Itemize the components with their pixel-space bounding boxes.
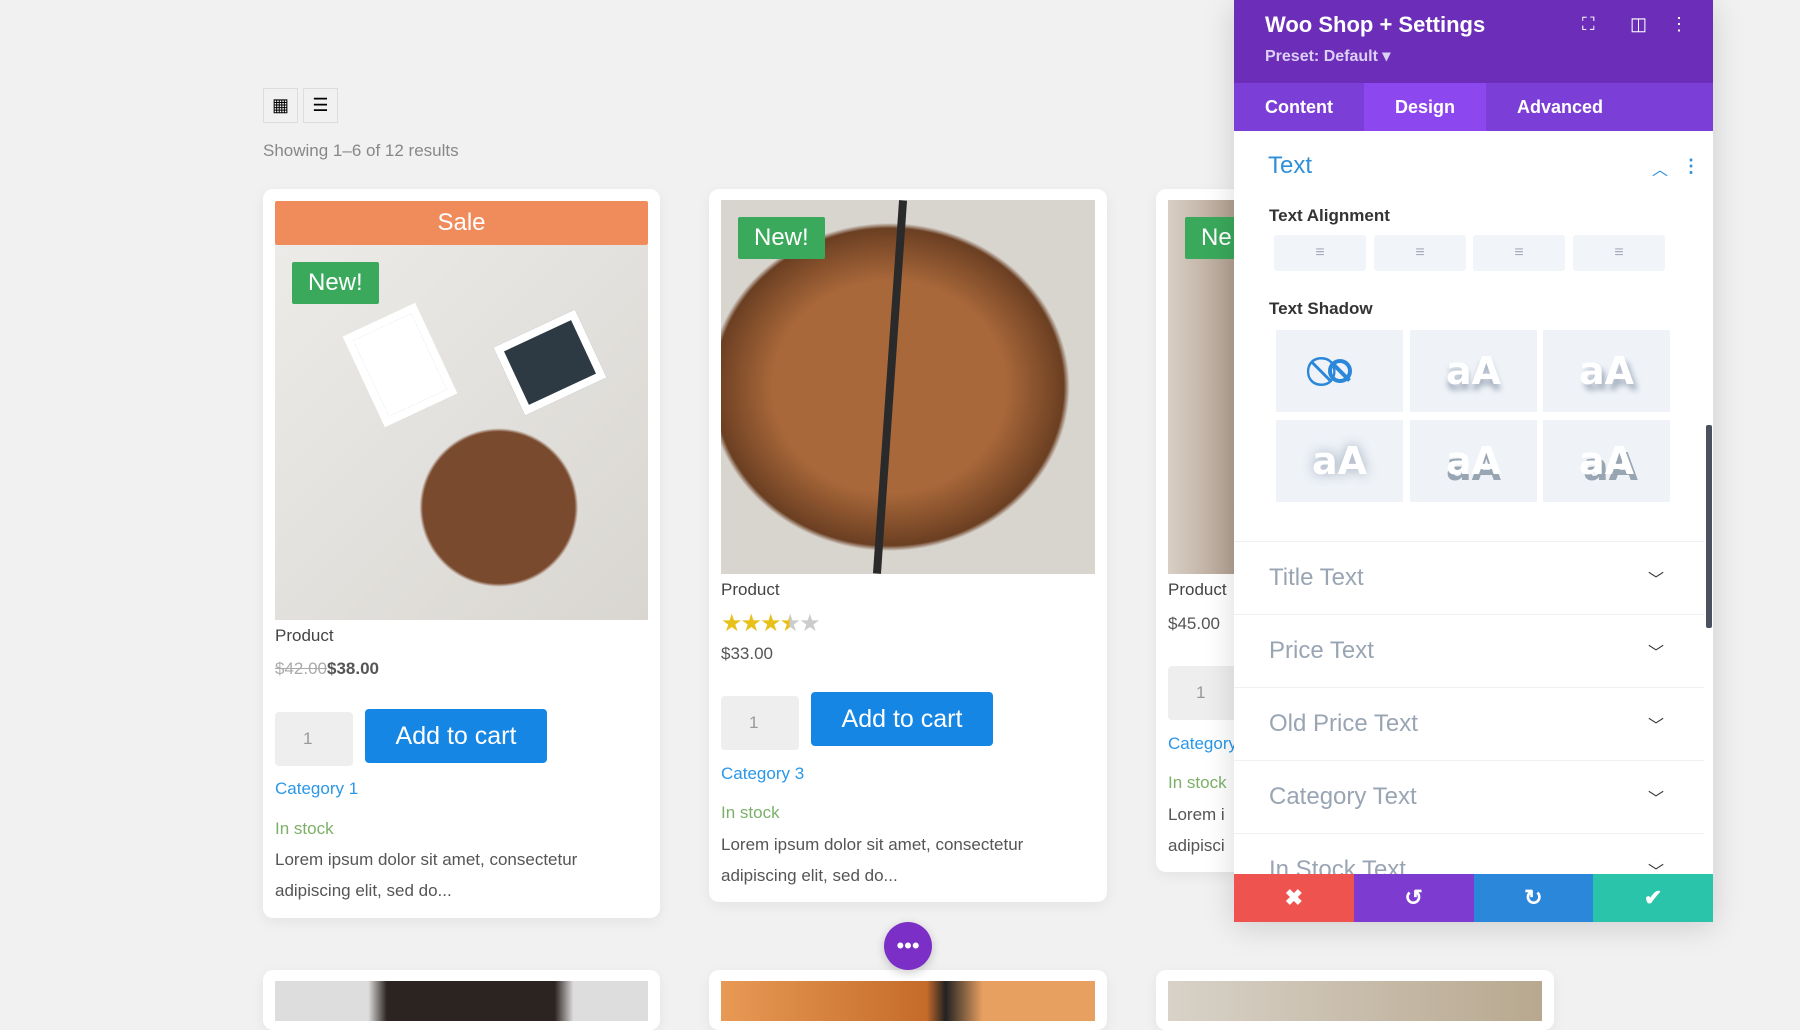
align-justify-icon: ≡ — [1614, 244, 1624, 261]
save-button[interactable]: ✔ — [1593, 874, 1713, 922]
redo-icon: ↻ — [1524, 885, 1543, 910]
more-vertical-icon[interactable]: ⋮ — [1670, 14, 1688, 35]
category-link[interactable]: Category 1 — [275, 779, 358, 799]
price: $38.00 — [327, 659, 379, 678]
panel-tabs: Content Design Advanced — [1234, 83, 1713, 131]
old-price: $42.00 — [275, 659, 327, 678]
add-to-cart-button[interactable]: Add to cart — [811, 692, 993, 746]
product-description: Lorem ipsum dolor sit amet, consectetur a… — [275, 850, 578, 900]
product-card — [709, 970, 1107, 1030]
star-icon: ★ — [740, 610, 762, 637]
stock-status: In stock — [721, 803, 780, 822]
star-icon: ★ — [721, 610, 742, 637]
product-title[interactable]: Product — [721, 580, 780, 600]
price: $45.00 — [1168, 614, 1220, 633]
align-center-button[interactable]: ≡ — [1374, 235, 1466, 271]
stock-status: In stock — [1168, 773, 1227, 792]
chevron-down-icon: ﹀ — [1647, 791, 1664, 808]
more-vertical-icon[interactable]: ⋮ — [1682, 156, 1700, 177]
shadow-preset-1[interactable]: aA — [1410, 330, 1537, 412]
list-view-button[interactable]: ☰ — [303, 88, 338, 123]
check-icon: ✔ — [1643, 885, 1663, 910]
discard-button[interactable]: ✖ — [1234, 874, 1354, 922]
product-card — [263, 970, 660, 1030]
close-icon: ✖ — [1284, 885, 1304, 910]
align-right-icon: ≡ — [1514, 244, 1524, 261]
star-icon: ★ — [760, 610, 781, 637]
ellipsis-icon: ••• — [896, 933, 920, 958]
category-link[interactable]: Category 3 — [721, 764, 804, 784]
shadow-preset-4[interactable]: aA — [1410, 420, 1537, 502]
align-left-button[interactable]: ≡ — [1274, 235, 1366, 271]
star-rating: ★★★★★ — [721, 609, 821, 638]
product-image[interactable]: New! — [721, 200, 1095, 574]
product-title[interactable]: Product — [275, 626, 334, 646]
align-left-icon: ≡ — [1315, 244, 1325, 261]
chevron-down-icon: ﹀ — [1647, 718, 1664, 735]
tab-design[interactable]: Design — [1363, 83, 1486, 131]
star-icon: ★ — [779, 610, 801, 637]
fullscreen-icon[interactable]: ⛶ — [1582, 14, 1595, 35]
align-center-icon: ≡ — [1415, 244, 1425, 261]
shadow-preset-3[interactable]: aA — [1276, 420, 1403, 502]
product-card: Sale New! Product $42.00$38.00 1 Add to … — [263, 189, 660, 918]
price: $33.00 — [721, 644, 773, 663]
shadow-none-button[interactable]: ⃠ — [1276, 330, 1403, 412]
scrollbar-thumb[interactable] — [1706, 425, 1712, 628]
section-title[interactable]: Text — [1268, 152, 1312, 180]
product-description: Lorem ipsum dolor sit amet, consectetur a… — [721, 835, 1024, 885]
text-shadow-label: Text Shadow — [1269, 299, 1373, 318]
add-to-cart-button[interactable]: Add to cart — [365, 709, 547, 763]
accordion-title-text[interactable]: Title Text ﹀ — [1234, 541, 1704, 614]
preset-dropdown[interactable]: Preset: Default ▾ — [1265, 46, 1713, 66]
accordion-price-text[interactable]: Price Text ﹀ — [1234, 614, 1704, 687]
stock-status: In stock — [275, 819, 334, 838]
undo-button[interactable]: ↺ — [1353, 874, 1474, 922]
shadow-preset-2[interactable]: aA — [1543, 330, 1670, 412]
chevron-down-icon: ﹀ — [1647, 572, 1664, 589]
tab-advanced[interactable]: Advanced — [1486, 83, 1634, 131]
align-right-button[interactable]: ≡ — [1473, 235, 1565, 271]
action-bar: ✖ ↺ ↻ ✔ — [1234, 874, 1713, 922]
panel-header: Woo Shop + Settings Preset: Default ▾ ⛶ … — [1234, 0, 1713, 83]
product-card: New! Product ★★★★★ $33.00 1 Add to cart … — [709, 189, 1107, 902]
new-badge: New! — [292, 262, 379, 304]
product-title[interactable]: Product — [1168, 580, 1227, 600]
tab-content[interactable]: Content — [1234, 83, 1364, 131]
product-image[interactable]: New! — [275, 245, 648, 620]
align-justify-button[interactable]: ≡ — [1573, 235, 1665, 271]
result-count: Showing 1–6 of 12 results — [263, 141, 459, 160]
chevron-down-icon: ﹀ — [1647, 645, 1664, 662]
sale-banner: Sale — [275, 201, 648, 245]
new-badge: New! — [738, 217, 825, 259]
chevron-up-icon[interactable]: ︿ — [1652, 156, 1668, 180]
product-card — [1156, 970, 1554, 1030]
accordion-old-price-text[interactable]: Old Price Text ﹀ — [1234, 687, 1704, 760]
text-alignment-label: Text Alignment — [1269, 206, 1390, 225]
accordion-category-text[interactable]: Category Text ﹀ — [1234, 760, 1704, 833]
more-options-button[interactable]: ••• — [884, 922, 932, 970]
undo-icon: ↺ — [1404, 885, 1423, 910]
grid-view-button[interactable]: ▦ — [263, 88, 298, 123]
shadow-preset-5[interactable]: aA — [1543, 420, 1670, 502]
grid-view-icon: ▦ — [271, 95, 289, 115]
quantity-input[interactable]: 1 — [275, 712, 353, 766]
settings-panel: Woo Shop + Settings Preset: Default ▾ ⛶ … — [1234, 0, 1713, 922]
star-icon: ★ — [799, 610, 820, 637]
quantity-input[interactable]: 1 — [721, 696, 799, 750]
list-view-icon: ☰ — [312, 95, 329, 115]
category-link[interactable]: Category — [1168, 734, 1237, 754]
redo-button[interactable]: ↻ — [1473, 874, 1594, 922]
sidebar-layout-icon[interactable]: ◫ — [1630, 14, 1647, 35]
